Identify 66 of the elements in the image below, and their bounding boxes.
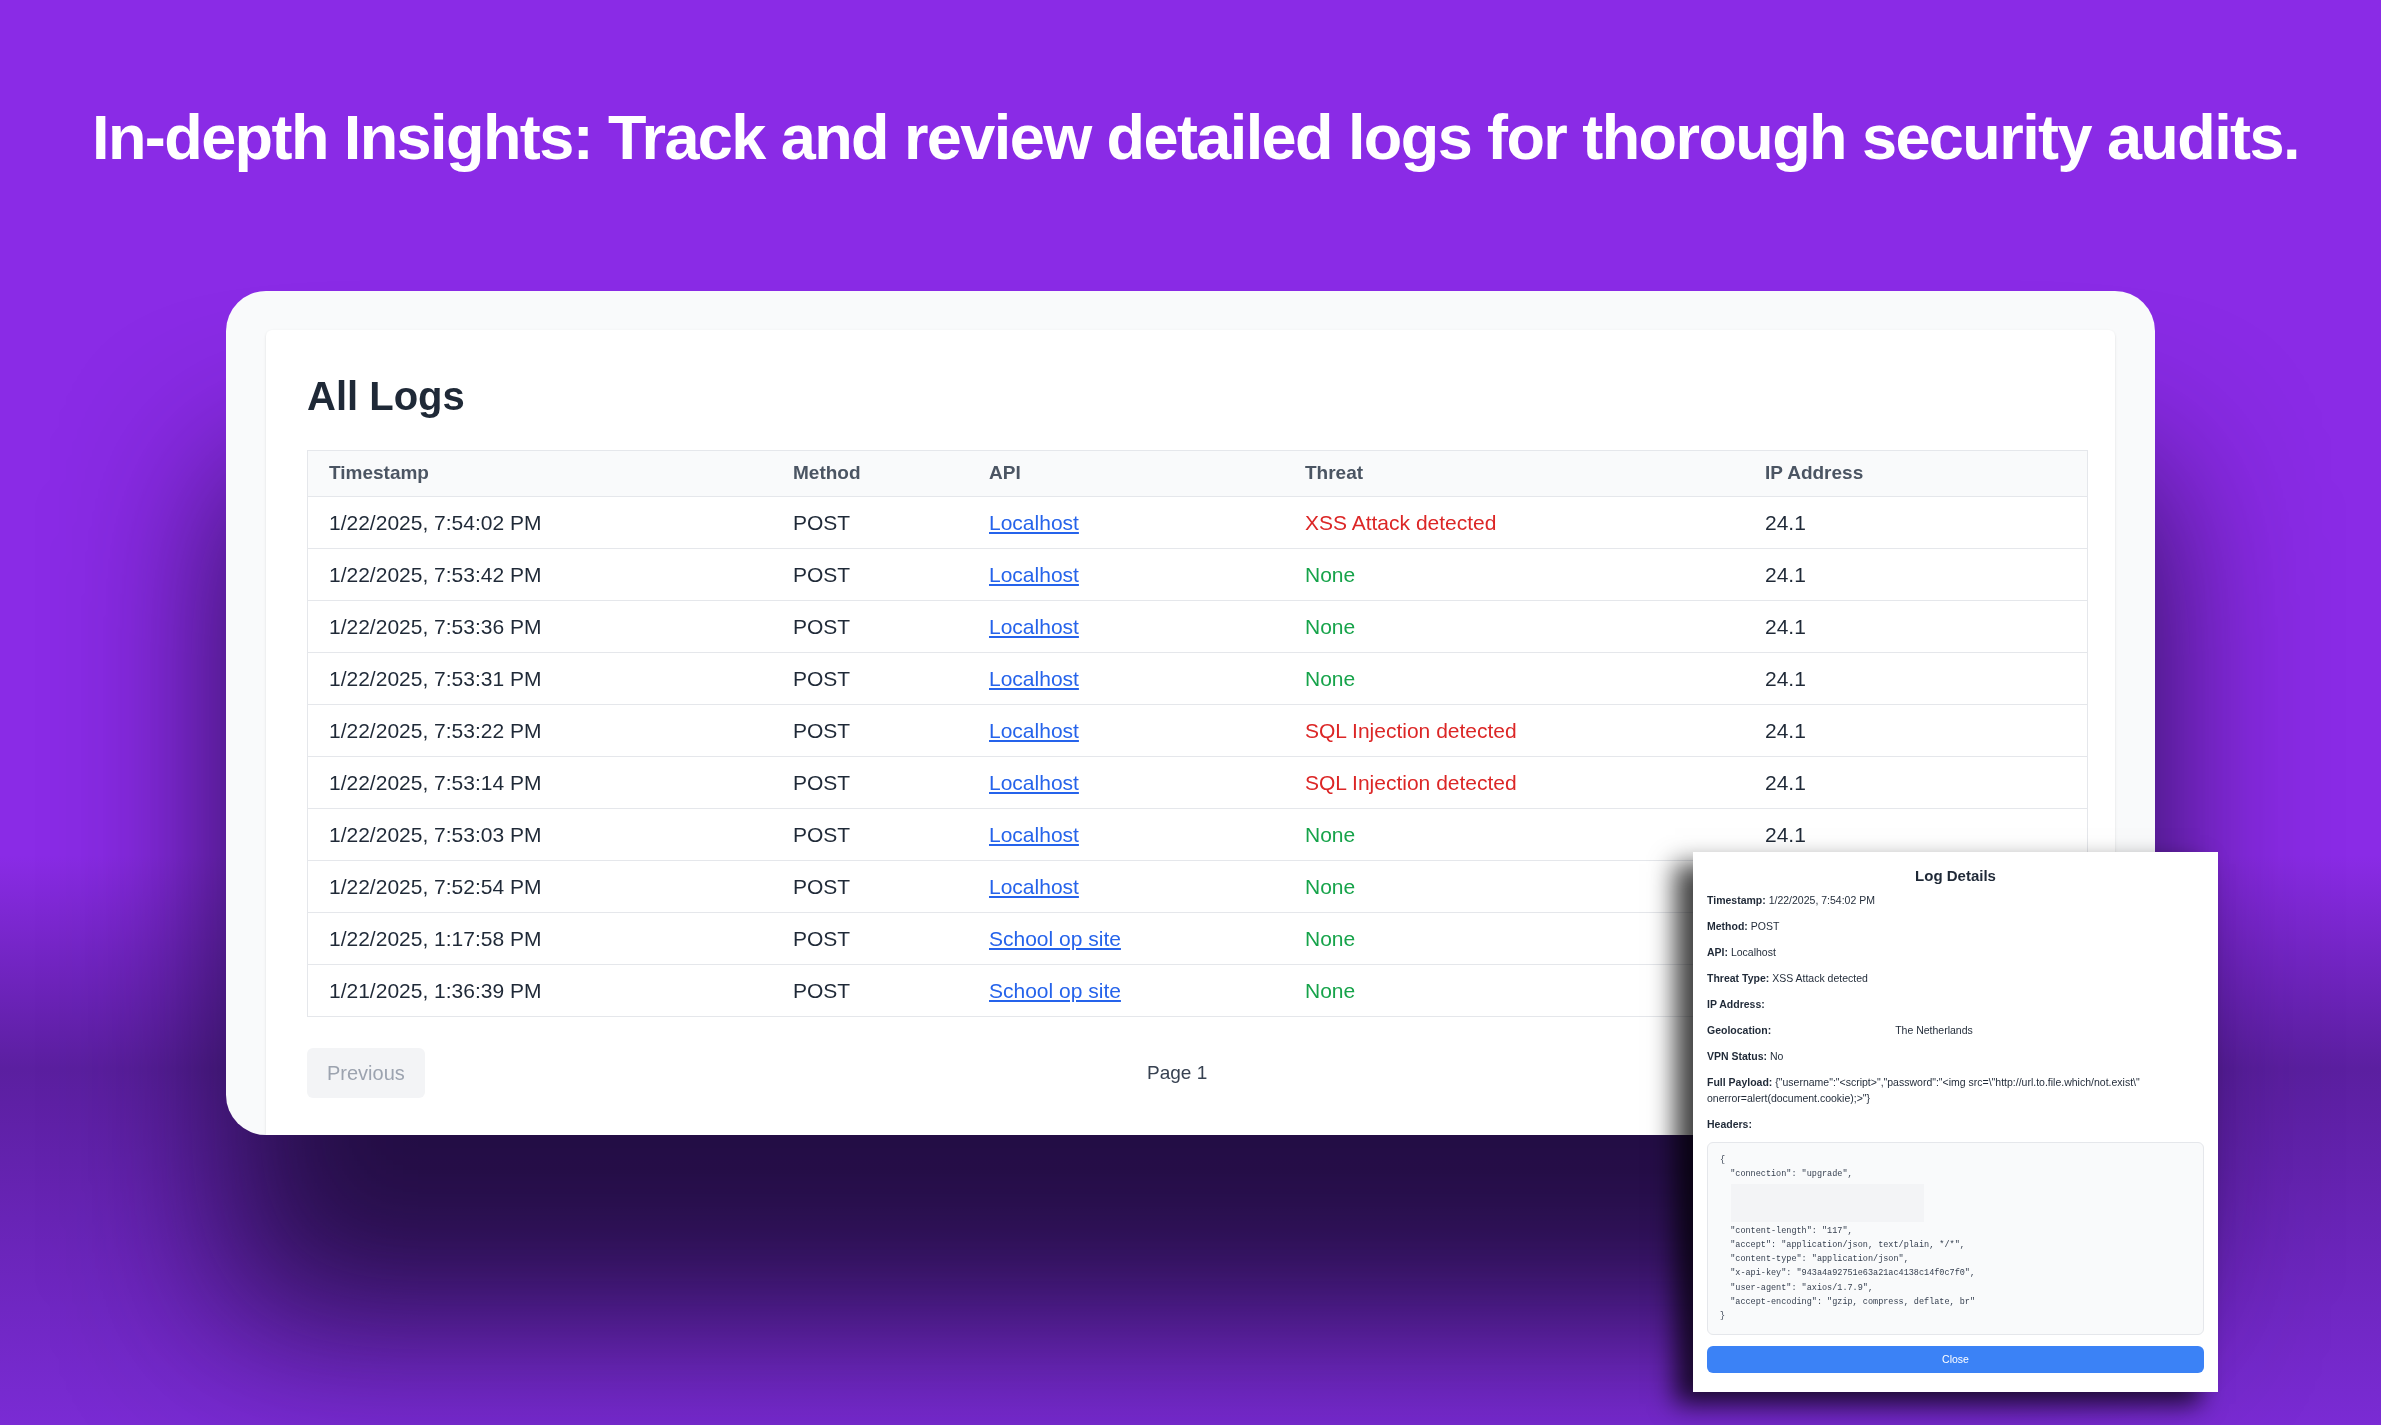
ip-cell-text: 24.1 xyxy=(1765,717,1806,744)
api-link[interactable]: Localhost xyxy=(989,766,1079,799)
threat-cell-text: None xyxy=(1305,561,1356,588)
api-link[interactable]: Localhost xyxy=(989,506,1079,539)
detail-line: Full Payload: {"username":"<script>","password":"<img src=\"http://url.to.file.which/not.exist\" onerror=alert(document.cookie);>"} xyxy=(1707,1075,2141,1106)
detail-line: Method: POST xyxy=(1707,919,1780,934)
ip-cell-text: 24.1 xyxy=(1765,561,1806,588)
timestamp-cell-text: 1/22/2025, 7:53:03 PM xyxy=(329,821,542,848)
timestamp-cell-text: 1/22/2025, 7:53:42 PM xyxy=(329,561,542,588)
method-cell-text: POST xyxy=(793,613,851,640)
method-cell-text: POST xyxy=(793,717,851,744)
detail-line: Threat Type: XSS Attack detected xyxy=(1707,971,1868,986)
timestamp-cell-text: 1/22/2025, 7:53:14 PM xyxy=(329,769,542,796)
api-link[interactable]: School op site xyxy=(989,974,1121,1007)
ip-cell-text: 24.1 xyxy=(1765,509,1806,536)
method-cell-text: POST xyxy=(793,977,851,1004)
method-cell-text: POST xyxy=(793,821,851,848)
ip-cell-text: 24.1 xyxy=(1765,665,1806,692)
timestamp-cell-text: 1/22/2025, 7:53:22 PM xyxy=(329,717,542,744)
detail-line: Timestamp: 1/22/2025, 7:54:02 PM xyxy=(1707,893,1875,908)
column-header: API xyxy=(989,461,1021,486)
ip-cell-text: 24.1 xyxy=(1765,769,1806,796)
detail-line: Geolocation: The Netherlands xyxy=(1707,1023,1974,1038)
ip-cell-text: 24.1 xyxy=(1765,821,1806,848)
column-header: Threat xyxy=(1305,461,1364,486)
threat-cell-text: None xyxy=(1305,873,1356,900)
page-label: Page 1 xyxy=(1147,1060,1208,1085)
timestamp-cell-text: 1/22/2025, 7:53:31 PM xyxy=(329,665,542,692)
threat-cell-text: SQL Injection detected xyxy=(1305,769,1517,796)
headers-label: Headers: xyxy=(1707,1117,1752,1132)
column-header: IP Address xyxy=(1765,461,1864,486)
method-cell-text: POST xyxy=(793,925,851,952)
threat-cell-text: None xyxy=(1305,977,1356,1004)
threat-cell-text: None xyxy=(1305,821,1356,848)
method-cell-text: POST xyxy=(793,769,851,796)
threat-cell-text: None xyxy=(1305,613,1356,640)
api-link[interactable]: Localhost xyxy=(989,870,1079,903)
headline: In-depth Insights: Track and review detailed logs for thorough security audits. xyxy=(92,101,2299,174)
threat-cell-text: None xyxy=(1305,925,1356,952)
ip-cell-text: 24.1 xyxy=(1765,613,1806,640)
method-cell-text: POST xyxy=(793,509,851,536)
close-button[interactable]: Close xyxy=(1707,1346,2204,1373)
logs-title: All Logs xyxy=(307,373,466,420)
timestamp-cell-text: 1/22/2025, 1:17:58 PM xyxy=(329,925,542,952)
method-cell-text: POST xyxy=(793,665,851,692)
timestamp-cell-text: 1/22/2025, 7:52:54 PM xyxy=(329,873,542,900)
detail-line: API: Localhost xyxy=(1707,945,1776,960)
api-link[interactable]: Localhost xyxy=(989,818,1079,851)
threat-cell-text: XSS Attack detected xyxy=(1305,509,1497,536)
threat-cell-text: None xyxy=(1305,665,1356,692)
column-header: Method xyxy=(793,461,861,486)
method-cell-text: POST xyxy=(793,873,851,900)
api-link[interactable]: Localhost xyxy=(989,558,1079,591)
api-link[interactable]: School op site xyxy=(989,922,1121,955)
timestamp-cell-text: 1/22/2025, 7:54:02 PM xyxy=(329,509,542,536)
api-link[interactable]: Localhost xyxy=(989,714,1079,747)
dialog-title: Log Details xyxy=(1914,866,1997,886)
detail-line: IP Address: xyxy=(1707,997,1765,1012)
timestamp-cell-text: 1/22/2025, 7:53:36 PM xyxy=(329,613,542,640)
detail-line: VPN Status: No xyxy=(1707,1049,1784,1064)
column-header: Timestamp xyxy=(329,461,429,486)
api-link[interactable]: Localhost xyxy=(989,610,1079,643)
timestamp-cell-text: 1/21/2025, 1:36:39 PM xyxy=(329,977,542,1004)
method-cell-text: POST xyxy=(793,561,851,588)
api-link[interactable]: Localhost xyxy=(989,662,1079,695)
threat-cell-text: SQL Injection detected xyxy=(1305,717,1517,744)
